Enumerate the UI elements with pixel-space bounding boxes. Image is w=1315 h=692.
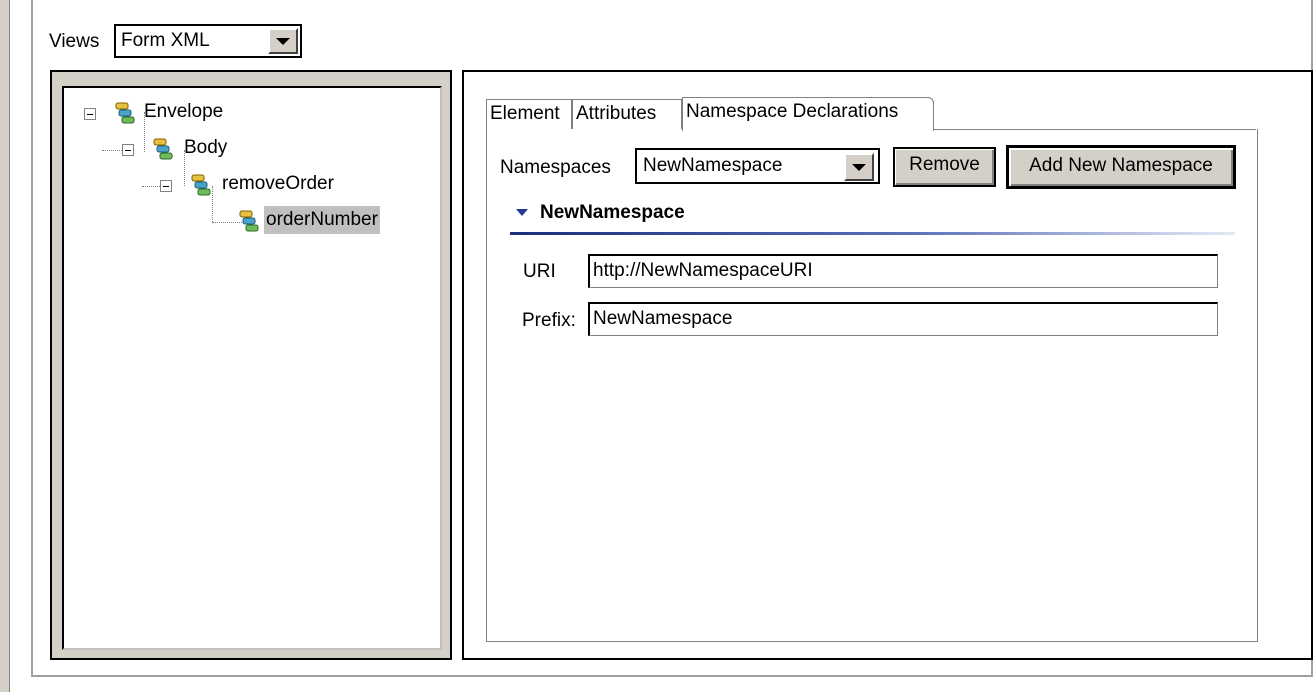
xml-tree[interactable]: Envelope Body removeOrder orderNumber <box>62 86 442 650</box>
tree-item-ordernumber[interactable]: orderNumber <box>264 206 380 234</box>
tab-element[interactable]: Element <box>486 99 572 129</box>
tree-item-body[interactable]: Body <box>182 134 229 162</box>
section-title[interactable]: NewNamespace <box>540 198 685 228</box>
xml-element-icon <box>115 102 135 124</box>
uri-field[interactable]: http://NewNamespaceURI <box>588 254 1218 288</box>
views-dropdown[interactable]: Form XML <box>114 24 302 58</box>
tab-strip-baseline <box>934 129 1256 130</box>
chevron-down-icon[interactable] <box>268 28 298 54</box>
remove-button[interactable]: Remove <box>893 147 996 187</box>
uri-value: http://NewNamespaceURI <box>593 260 813 281</box>
add-new-namespace-button[interactable]: Add New Namespace <box>1006 145 1236 189</box>
namespaces-label: Namespaces <box>500 157 611 178</box>
collapse-body-icon[interactable] <box>122 144 134 156</box>
xml-element-icon <box>191 174 211 196</box>
prefix-value: NewNamespace <box>593 308 733 329</box>
namespaces-selected-value: NewNamespace <box>643 155 783 176</box>
namespaces-dropdown[interactable]: NewNamespace <box>635 148 880 184</box>
section-divider <box>510 232 1235 235</box>
section-collapse-icon[interactable] <box>516 209 528 216</box>
prefix-field[interactable]: NewNamespace <box>588 302 1218 336</box>
xml-element-icon <box>239 210 259 232</box>
collapse-removeorder-icon[interactable] <box>160 180 172 192</box>
xml-element-icon <box>153 138 173 160</box>
window-left-border <box>0 0 10 692</box>
collapse-envelope-icon[interactable] <box>84 108 96 120</box>
chevron-down-icon[interactable] <box>844 153 874 181</box>
tree-item-envelope[interactable]: Envelope <box>142 98 225 126</box>
tree-panel: Envelope Body removeOrder orderNumber <box>50 70 452 660</box>
uri-label: URI <box>523 261 556 282</box>
views-selected-value: Form XML <box>121 30 210 51</box>
prefix-label: Prefix: <box>522 310 576 331</box>
tab-namespace-declarations[interactable]: Namespace Declarations <box>682 97 934 131</box>
tree-item-removeorder[interactable]: removeOrder <box>220 170 336 198</box>
tab-attributes[interactable]: Attributes <box>572 99 682 129</box>
views-label: Views <box>49 31 100 52</box>
